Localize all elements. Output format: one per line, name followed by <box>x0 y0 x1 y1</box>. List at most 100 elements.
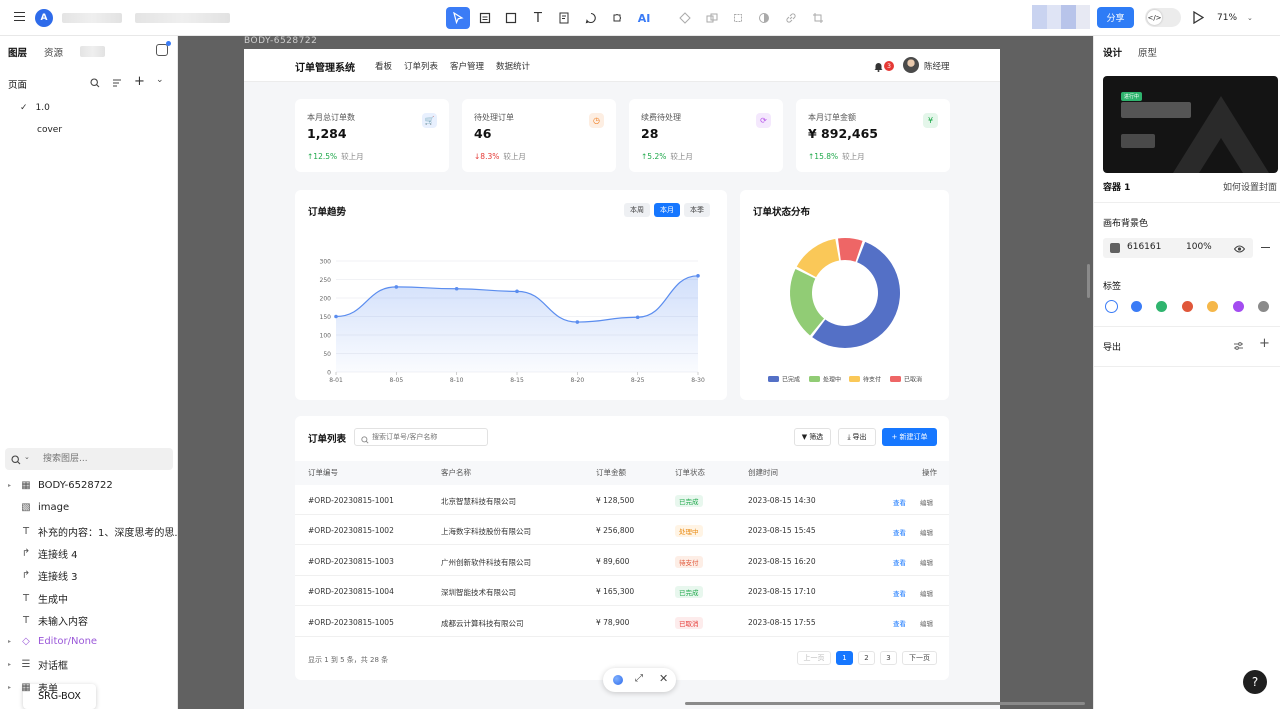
trend-point[interactable] <box>696 274 700 278</box>
layer-item[interactable]: ▸ ◇ Editor/None <box>8 635 97 647</box>
tag-color-swatch[interactable] <box>1156 301 1168 312</box>
nav-orders[interactable]: 订单列表 <box>404 60 438 72</box>
mask-icon[interactable] <box>752 7 776 29</box>
dev-mode-toggle[interactable]: </> <box>1145 8 1181 27</box>
color-swatch[interactable] <box>1110 243 1120 253</box>
layer-item[interactable]: T 补充的内容：1、深度思考的思... <box>8 524 184 539</box>
trend-point[interactable] <box>515 289 519 294</box>
page-3-button[interactable]: 3 <box>880 651 897 665</box>
bg-hex-value[interactable]: 616161 <box>1127 242 1161 252</box>
table-row[interactable]: #ORD-20230815-1002 上海数字科技股份有限公司 ¥ 256,800 处… <box>295 515 949 546</box>
layer-item[interactable]: T 生成中 <box>8 591 68 606</box>
bg-opacity-value[interactable]: 100% <box>1186 242 1212 252</box>
tag-color-swatch[interactable] <box>1232 301 1244 312</box>
layer-search-input[interactable] <box>43 452 163 466</box>
layer-item[interactable]: ▸ ▦ BODY-6528722 <box>8 479 113 491</box>
export-button[interactable]: ⤓ 导出 <box>838 428 876 446</box>
donut-slice[interactable] <box>796 238 840 278</box>
tag-none-swatch[interactable] <box>1105 300 1118 313</box>
link-icon[interactable] <box>779 7 803 29</box>
rectangle-tool-icon[interactable] <box>499 7 523 29</box>
remove-bg-icon[interactable] <box>1261 247 1270 248</box>
app-logo-icon[interactable]: A <box>35 9 53 27</box>
export-settings-icon[interactable] <box>1233 340 1244 354</box>
plugin-notify-icon[interactable] <box>156 41 171 56</box>
component-icon[interactable] <box>673 7 697 29</box>
frame-tool-icon[interactable] <box>473 7 497 29</box>
tag-color-swatch[interactable] <box>1181 301 1193 312</box>
tag-color-swatch[interactable] <box>1258 301 1269 312</box>
page-2-button[interactable]: 2 <box>858 651 875 665</box>
tag-color-swatch[interactable] <box>1131 301 1142 312</box>
layer-search-box[interactable]: ⌄ <box>5 448 173 470</box>
canvas-bg-field[interactable]: 616161 100% <box>1103 238 1253 258</box>
stat-card[interactable]: 本月总订单数 1,284 ↑12.5% 较上月 🛒 <box>295 99 449 172</box>
design-canvas[interactable]: BODY-6528722 订单管理系统 看板 订单列表 客户管理 数据统计 3 … <box>178 36 1093 709</box>
tab-prototype[interactable]: 原型 <box>1138 45 1157 59</box>
layer-item[interactable]: ▸ ▦ 表单 <box>8 680 58 695</box>
comment-tool-icon[interactable] <box>579 7 603 29</box>
vertical-scrollbar[interactable] <box>1087 264 1090 298</box>
ai-tool-icon[interactable]: AI <box>632 7 656 29</box>
collaborators-avatars[interactable] <box>1032 5 1090 29</box>
eye-icon[interactable] <box>1233 243 1246 257</box>
crop-icon[interactable] <box>726 7 750 29</box>
view-link[interactable]: 查看 <box>893 497 906 507</box>
zoom-dropdown[interactable]: 71% ⌄ <box>1217 9 1267 27</box>
search-pages-icon[interactable] <box>90 77 100 91</box>
filter-button[interactable]: ▼ 筛选 <box>794 428 831 446</box>
caret-right-icon[interactable]: ▸ <box>8 661 14 668</box>
edit-link[interactable]: 编辑 <box>920 588 933 598</box>
view-link[interactable]: 查看 <box>893 527 906 537</box>
cover-help-link[interactable]: 如何设置封面 <box>1223 180 1277 193</box>
play-prototype-icon[interactable] <box>1193 10 1205 27</box>
cover-thumbnail[interactable]: 进行中 <box>1103 76 1278 173</box>
layer-item[interactable]: ↱ 连接线 3 <box>8 568 78 583</box>
share-button[interactable]: 分享 <box>1097 7 1134 28</box>
stat-card[interactable]: 待处理订单 46 ↓8.3% 较上月 ◷ <box>462 99 616 172</box>
edit-link[interactable]: 编辑 <box>920 497 933 507</box>
expand-icon[interactable]: ⤢ <box>635 673 643 684</box>
table-row[interactable]: #ORD-20230815-1003 广州创新软件科技有限公司 ¥ 89,600 待支… <box>295 546 949 576</box>
nav-customers[interactable]: 客户管理 <box>450 60 484 72</box>
new-order-button[interactable]: + 新建订单 <box>882 428 937 446</box>
ai-assistant-icon[interactable] <box>613 675 623 685</box>
trend-point[interactable] <box>635 315 640 320</box>
layer-item[interactable]: ↱ 连接线 4 <box>8 546 78 561</box>
stat-card[interactable]: 续费待处理 28 ↑5.2% 较上月 ⟳ <box>629 99 783 172</box>
note-tool-icon[interactable] <box>552 7 576 29</box>
stat-card[interactable]: 本月订单金额 ¥ 892,465 ↑15.8% 较上月 ¥ <box>796 99 950 172</box>
page-item-1[interactable]: ✓ 1.0 <box>20 103 50 113</box>
page-1-button[interactable]: 1 <box>836 651 853 665</box>
help-button[interactable]: ? <box>1243 670 1267 694</box>
slice-icon[interactable] <box>806 7 830 29</box>
horizontal-scrollbar[interactable] <box>685 702 1085 705</box>
add-page-icon[interactable]: + <box>134 74 145 89</box>
trend-point[interactable] <box>334 314 338 319</box>
table-row[interactable]: #ORD-20230815-1001 北京智慧科技有限公司 ¥ 128,500 已完成… <box>295 485 949 515</box>
edit-link[interactable]: 编辑 <box>920 618 933 628</box>
caret-right-icon[interactable]: ▸ <box>8 684 14 691</box>
view-link[interactable]: 查看 <box>893 588 906 598</box>
close-icon[interactable]: ✕ <box>659 672 668 685</box>
edit-link[interactable]: 编辑 <box>920 557 933 567</box>
add-export-icon[interactable]: + <box>1259 336 1270 351</box>
next-page-button[interactable]: 下一页 <box>902 651 937 665</box>
menu-icon[interactable] <box>14 12 25 21</box>
select-tool-icon[interactable] <box>446 7 470 29</box>
table-row[interactable]: #ORD-20230815-1004 深圳智能技术有限公司 ¥ 165,300 已完成… <box>295 576 949 607</box>
bell-icon[interactable] <box>874 61 883 75</box>
table-row[interactable]: #ORD-20230815-1005 成都云计算科技有限公司 ¥ 78,900 已取消… <box>295 607 949 637</box>
plugin-tool-icon[interactable] <box>605 7 629 29</box>
nav-dashboard[interactable]: 看板 <box>375 60 392 72</box>
donut-slice[interactable] <box>790 269 825 336</box>
trend-point[interactable] <box>394 285 399 289</box>
layer-item[interactable]: T 未输入内容 <box>8 613 88 628</box>
caret-right-icon[interactable]: ▸ <box>8 482 14 489</box>
tab-assets[interactable]: 资源 <box>44 45 63 59</box>
tab-layers[interactable]: 图层 <box>8 45 27 59</box>
layer-item[interactable]: ▸ ☰ 对话框 <box>8 657 68 672</box>
collapse-pages-icon[interactable]: ⌄ <box>156 75 164 85</box>
trend-point[interactable] <box>575 320 580 324</box>
sort-pages-icon[interactable] <box>112 77 122 91</box>
